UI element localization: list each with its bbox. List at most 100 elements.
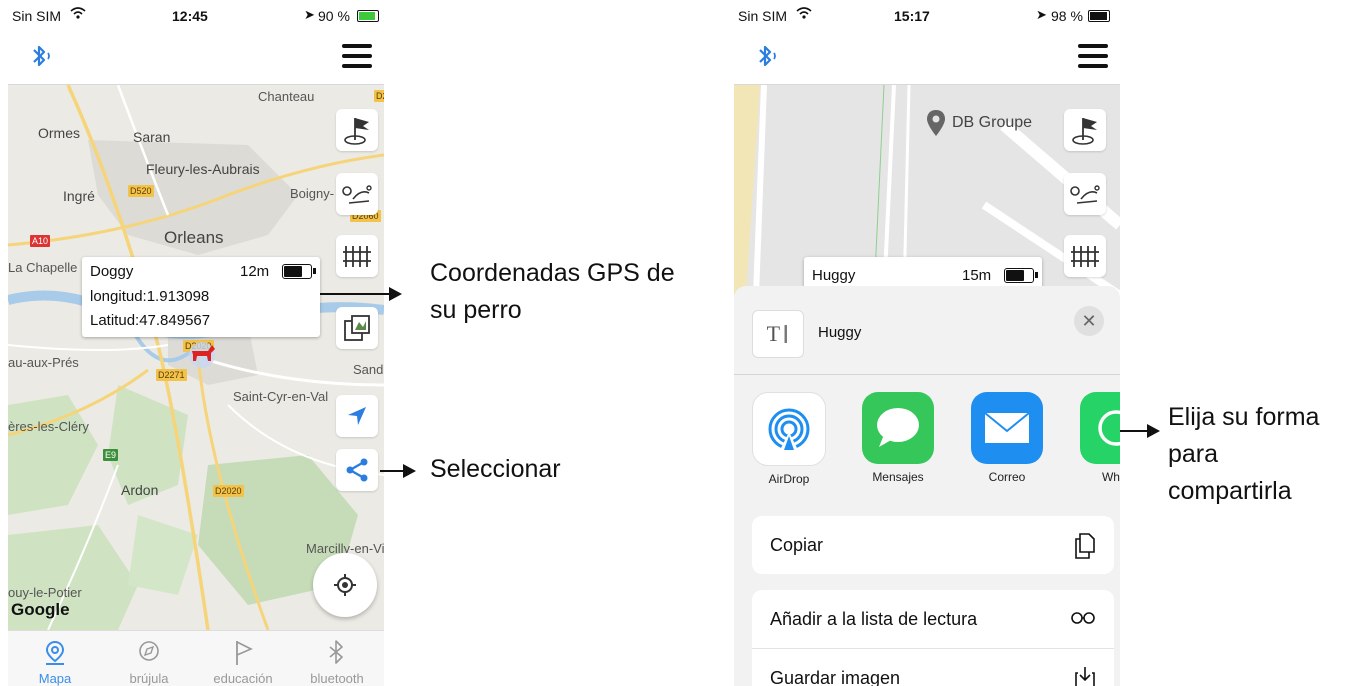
navigate-button[interactable] [336,395,378,437]
fence-button[interactable] [1064,235,1106,277]
copy-icon [1075,533,1095,559]
training-flag-button[interactable] [336,109,378,151]
road-tag: A10 [30,235,51,247]
bluetooth-status-icon[interactable] [30,43,56,69]
map-view[interactable]: DB Groupe Huggy 15m [734,85,1120,295]
share-app-whatsapp[interactable]: What [1079,392,1120,484]
share-actions-group: Añadir a la lista de lectura Guardar ima… [752,590,1114,686]
hamburger-menu-icon[interactable] [1078,44,1108,68]
action-label: Guardar imagen [770,668,901,686]
share-app-mail[interactable]: Correo [970,392,1044,484]
flag-on-ring-icon [1072,118,1097,145]
crosshair-icon [334,574,356,596]
status-time: 12:45 [172,8,208,24]
share-app-messages[interactable]: Mensajes [861,392,935,484]
map-label: Boigny- [290,186,335,201]
carrier-label: Sin SIM [738,8,788,24]
route-button[interactable] [336,173,378,215]
phone-screen-map: Sin SIM 12:45 ➤ 90 % Chanteau Ormes Sara… [8,0,384,686]
action-reading-list[interactable]: Añadir a la lista de lectura [752,590,1114,649]
bluetooth-icon [329,640,343,664]
carrier-label: Sin SIM [12,8,62,24]
road-tag: D520 [128,185,154,197]
annotation-gps-text: su perro [430,296,522,324]
map-label: Ormes [38,125,80,141]
compass-icon [139,641,159,661]
share-app-label: What [1101,470,1120,484]
annotation-select-text: Seleccionar [430,455,561,483]
map-label: Saint-Cyr-en-Val [233,389,329,404]
map-label: Fleury-les-Aubrais [146,161,260,177]
top-bar [8,30,384,85]
annotation-share-text: para [1168,440,1219,468]
my-location-button[interactable] [313,553,377,617]
training-flag-button[interactable] [1064,109,1106,151]
map-label: au-aux-Prés [8,355,79,370]
tab-bluetooth[interactable]: bluetooth [290,631,384,686]
close-icon[interactable]: ✕ [1074,306,1104,336]
fence-icon [1071,246,1099,267]
bluetooth-status-icon[interactable] [756,43,782,69]
tab-label: brújula [129,671,169,686]
fence-button[interactable] [336,235,378,277]
annotation-share-text: Elija su forma [1168,403,1320,431]
device-name: Doggy [90,263,134,280]
map-label: La Chapelle [8,260,78,275]
map-layers-icon [344,315,370,341]
hamburger-menu-icon[interactable] [342,44,372,68]
map-view[interactable]: Chanteau Ormes Saran Fleury-les-Aubrais … [8,85,384,630]
route-button[interactable] [1064,173,1106,215]
share-app-airdrop[interactable]: AirDrop [752,392,826,486]
tab-mapa[interactable]: Mapa [8,631,102,686]
whatsapp-icon [1080,392,1120,464]
tab-label: Mapa [38,671,72,686]
device-latitude: Latitud:47.849567 [90,312,211,329]
map-pin-icon [45,640,65,665]
bottom-tab-bar: Mapa brújula educación bluetooth [8,630,384,686]
google-logo: Google [11,600,70,619]
flag-on-ring-icon [344,118,369,145]
poi-label: DB Groupe [952,114,1033,131]
map-layers-button[interactable] [336,307,378,349]
tab-educacion[interactable]: educación [196,631,290,686]
route-pin-icon [342,185,372,204]
wifi-icon [70,7,86,19]
annotation-arrow [320,287,402,301]
mail-icon [971,392,1043,464]
text-document-icon: TI [752,310,804,358]
dog-location-marker-icon[interactable] [184,339,220,369]
glasses-icon [1071,612,1095,624]
device-name: Huggy [812,267,856,284]
tab-brujula[interactable]: brújula [102,631,196,686]
device-battery-icon [1004,268,1038,283]
road-tag: E9 [103,449,119,461]
device-longitude: longitud:1.913098 [90,288,210,305]
map-label: Sandil [353,362,384,377]
battery-percent: 90 % [318,8,350,24]
share-item-title: Huggy [818,324,862,341]
route-pin-icon [1070,185,1100,204]
action-label: Añadir a la lista de lectura [770,609,978,629]
poi-pin-icon [927,110,945,136]
action-save-image[interactable]: Guardar imagen [752,649,1114,686]
annotation-share-text: compartirla [1168,477,1292,505]
location-arrow-icon: ➤ [304,7,315,22]
share-sheet-header: TI Huggy ✕ [734,286,1120,375]
top-bar [734,30,1120,85]
annotation-gps-text: Coordenadas GPS de [430,259,675,287]
map-label: Ingré [63,188,95,204]
share-actions-group: Copiar [752,516,1114,574]
map-label: Saran [133,129,171,145]
share-app-label: Mensajes [872,470,924,484]
action-copy[interactable]: Copiar [752,516,1114,574]
battery-icon [357,10,379,22]
device-distance: 15m [962,267,992,284]
share-app-label: Correo [988,470,1026,484]
status-bar: Sin SIM 15:17 ➤ 98 % [734,0,1120,30]
action-label: Copiar [770,535,824,555]
wifi-icon [796,7,812,19]
map-label: Orleans [164,228,224,247]
map-label: ouy-le-Potier [8,585,82,600]
device-info-callout[interactable]: Doggy 12m longitud:1.913098 Latitud:47.8… [82,257,320,337]
share-button[interactable] [336,449,378,491]
